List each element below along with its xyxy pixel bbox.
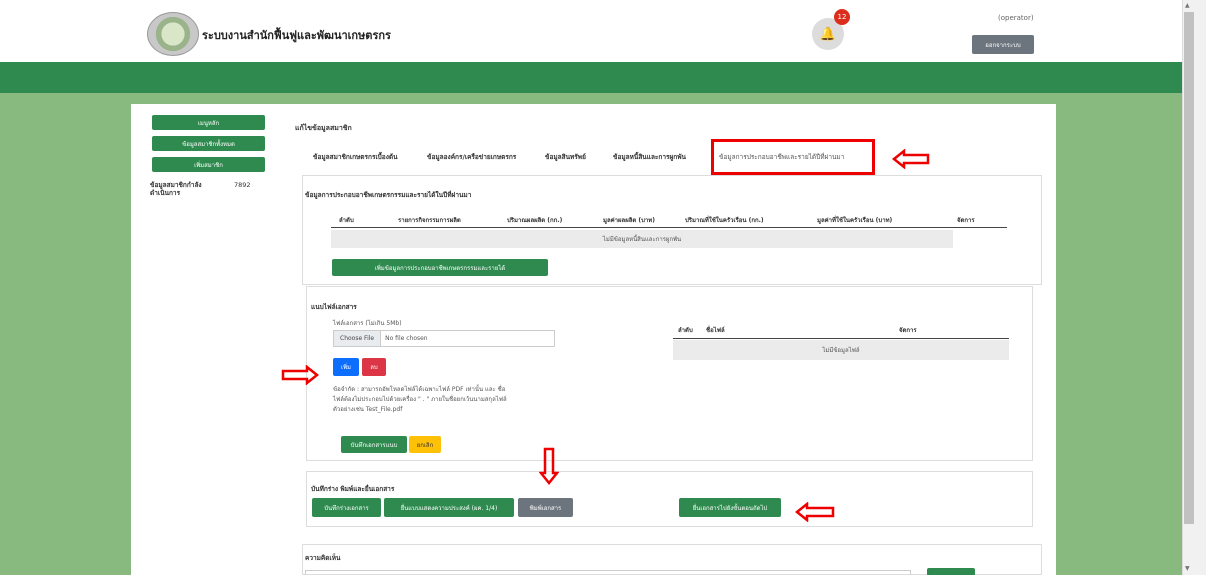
attachments-section <box>306 286 1033 461</box>
column-header: รายการกิจกรรมการผลิต <box>398 217 461 224</box>
sidebar-stat-value: 7892 <box>234 181 251 189</box>
annotation-highlight-box <box>711 139 875 175</box>
annotation-arrow-left-icon <box>795 502 835 522</box>
page-title: แก้ไขข้อมูลสมาชิก <box>295 124 352 132</box>
file-table-divider <box>673 338 1009 339</box>
file-column-header: ลำดับ <box>678 327 693 334</box>
column-header: ปริมาณที่ใช้ในครัวเรือน (กก.) <box>685 217 764 224</box>
column-header: จัดการ <box>957 217 975 224</box>
add-occupation-button[interactable]: เพิ่มข้อมูลการประกอบอาชีพเกษตรกรรมและราย… <box>332 259 548 276</box>
column-header: ปริมาณผลผลิต (กก.) <box>507 217 563 224</box>
scrollbar-thumb[interactable] <box>1184 12 1194 524</box>
save-attachment-button[interactable]: บันทึกเอกสารแนบ <box>341 436 407 453</box>
file-input[interactable]: Choose File No file chosen <box>333 330 555 347</box>
file-column-header: จัดการ <box>899 327 917 334</box>
comment-title: ความคิดเห็น <box>305 554 341 562</box>
annotation-arrow-left-icon <box>892 149 930 169</box>
table-header-divider <box>331 227 1007 228</box>
file-column-header: ชื่อไฟล์ <box>706 327 725 334</box>
annotation-arrow-right-icon <box>281 365 319 385</box>
file-table-empty-row: ไม่มีข้อมูลไฟล์ <box>673 340 1009 360</box>
top-header: ระบบงานสำนักฟื้นฟูและพัฒนาเกษตรกร 🔔 12 (… <box>0 0 1182 62</box>
sidebar-item-main-menu[interactable]: เมนูหลัก <box>152 115 265 130</box>
scroll-down-icon[interactable]: ▼ <box>1185 565 1190 572</box>
attachments-title: แนบไฟล์เอกสาร <box>311 303 357 311</box>
draft-title: บันทึกร่าง พิมพ์และยื่นเอกสาร <box>311 485 395 493</box>
submit-next-step-button[interactable]: ยื่นเอกสารไปยังขั้นตอนถัดไป <box>679 498 781 517</box>
sidebar-stat-label: ข้อมูลสมาชิกกำลังดำเนินการ <box>150 181 202 197</box>
tab-assets[interactable]: ข้อมูลสินทรัพย์ <box>545 152 586 162</box>
scroll-up-icon[interactable]: ▲ <box>1185 2 1190 9</box>
nav-bar <box>0 62 1182 93</box>
column-header: มูลค่าผลผลิต (บาท) <box>603 217 656 224</box>
submit-intent-form-button[interactable]: ยื่นแบบแสดงความประสงค์ (ผค. 1/4) <box>384 498 514 517</box>
sidebar-item-add-member[interactable]: เพิ่มสมาชิก <box>152 157 265 172</box>
comment-input[interactable] <box>305 570 911 575</box>
file-restriction-note: ข้อจำกัด : สามารถอัพโหลดไฟล์ได้เฉพาะไฟล์… <box>333 386 507 413</box>
sidebar-item-all-members[interactable]: ข้อมูลสมาชิกทั้งหมด <box>152 136 265 151</box>
table-empty-row: ไม่มีข้อมูลหนี้สินและการผูกพัน <box>331 230 953 248</box>
logout-button[interactable]: ออกจากระบบ <box>972 35 1034 54</box>
column-header: มูลค่าที่ใช้ในครัวเรือน (บาท) <box>817 217 893 224</box>
no-file-text: No file chosen <box>385 335 428 342</box>
annotation-arrow-down-icon <box>539 447 559 485</box>
tab-basic-info[interactable]: ข้อมูลสมาชิกเกษตรกรเบื้องต้น <box>313 152 398 162</box>
add-file-button[interactable]: เพิ่ม <box>333 358 359 376</box>
delete-file-button[interactable]: ลบ <box>362 358 386 376</box>
file-input-label: ไฟล์เอกสาร (ไม่เกิน 5Mb) <box>333 320 402 327</box>
occupation-title: ข้อมูลการประกอบอาชีพเกษตรกรรมและรายได้ใน… <box>305 191 472 199</box>
organization-logo <box>147 12 199 56</box>
tab-debts[interactable]: ข้อมูลหนี้สินและการผูกพัน <box>613 152 686 162</box>
cancel-attachment-button[interactable]: ยกเลิก <box>409 436 441 453</box>
notification-badge: 12 <box>834 9 850 25</box>
tab-organization[interactable]: ข้อมูลองค์กร/เครือข่ายเกษตรกร <box>427 152 516 162</box>
user-role: (operator) <box>998 14 1034 22</box>
choose-file-button[interactable]: Choose File <box>334 331 382 346</box>
print-document-button[interactable]: พิมพ์เอกสาร <box>518 498 573 517</box>
app-title: ระบบงานสำนักฟื้นฟูและพัฒนาเกษตรกร <box>202 29 391 42</box>
column-header: ลำดับ <box>339 217 354 224</box>
comment-submit-button[interactable] <box>927 568 975 575</box>
save-draft-button[interactable]: บันทึกร่างเอกสาร <box>312 498 381 517</box>
